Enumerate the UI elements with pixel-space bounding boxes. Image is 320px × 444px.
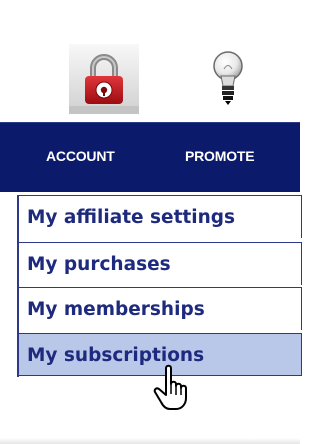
promote-tile[interactable]: [193, 44, 263, 114]
menu-item-my-purchases[interactable]: My purchases: [19, 242, 302, 285]
bottom-edge-shadow: [0, 438, 300, 444]
lock-icon: [69, 44, 139, 114]
menu-screenshot: ACCOUNT PROMOTE My affiliate settings My…: [0, 0, 302, 444]
hand-pointer-icon: [152, 364, 192, 412]
menu-item-my-affiliate-settings[interactable]: My affiliate settings: [19, 195, 302, 238]
account-dropdown-menu: My affiliate settings My purchases My me…: [17, 195, 302, 377]
menu-item-my-memberships[interactable]: My memberships: [19, 287, 302, 330]
nav-promote[interactable]: PROMOTE: [185, 148, 255, 164]
lightbulb-icon: [213, 51, 243, 105]
account-tile[interactable]: [69, 44, 139, 114]
nav-account[interactable]: ACCOUNT: [46, 148, 115, 164]
top-navigation-bar: ACCOUNT PROMOTE: [0, 122, 300, 192]
